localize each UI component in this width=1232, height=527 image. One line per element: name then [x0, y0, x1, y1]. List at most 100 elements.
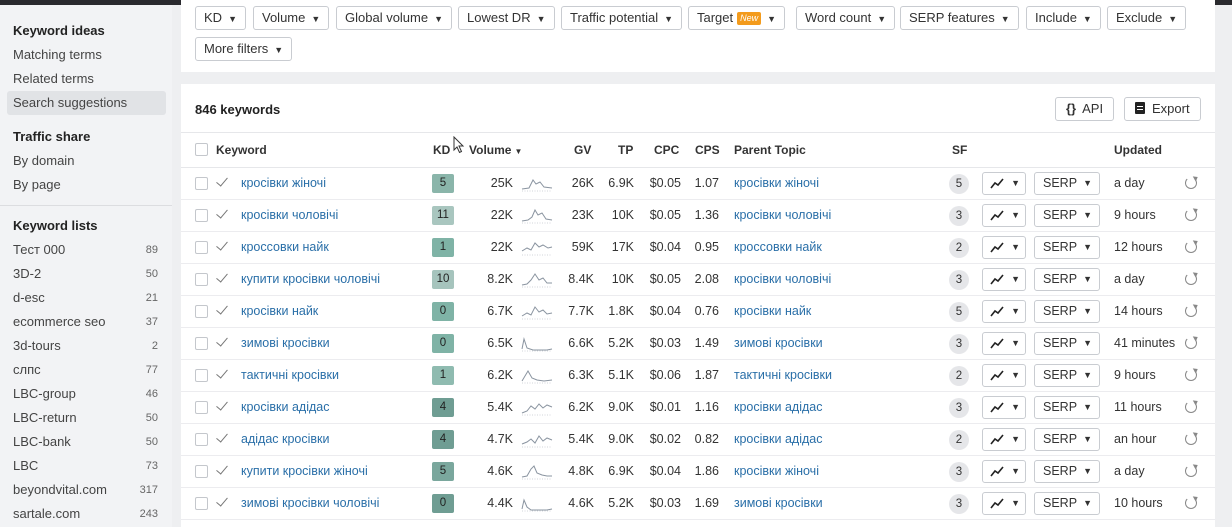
- keyword-list-item[interactable]: 3d-tours 2: [13, 334, 172, 358]
- check-icon[interactable]: [216, 399, 226, 413]
- target-filter-button[interactable]: Target New ▼: [688, 6, 786, 30]
- keyword-link[interactable]: зимові кросівки чоловічі: [241, 488, 379, 519]
- parent-topic-link[interactable]: кросівки найк: [734, 296, 811, 327]
- check-icon[interactable]: [216, 239, 226, 253]
- check-icon[interactable]: [216, 175, 226, 189]
- parent-topic-link[interactable]: зимові кросівки: [734, 328, 823, 359]
- serp-dropdown-button[interactable]: SERP ▼: [1034, 332, 1100, 355]
- keyword-link[interactable]: кросівки адідас: [241, 392, 329, 423]
- include-filter-button[interactable]: Include ▼: [1026, 6, 1101, 30]
- parent-topic-link[interactable]: зимові кросівки: [734, 488, 823, 519]
- check-icon[interactable]: [216, 335, 226, 349]
- sidebar-item-by-domain[interactable]: By domain: [13, 149, 172, 173]
- keyword-list-item[interactable]: 3D-2 50: [13, 262, 172, 286]
- word-count-filter-button[interactable]: Word count ▼: [796, 6, 896, 30]
- serp-dropdown-button[interactable]: SERP ▼: [1034, 460, 1100, 483]
- keyword-link[interactable]: кросівки жіночі: [241, 168, 326, 199]
- refresh-icon[interactable]: [1185, 369, 1197, 381]
- row-checkbox[interactable]: [195, 273, 208, 286]
- trend-dropdown-button[interactable]: ▼: [982, 300, 1026, 323]
- keyword-list-item[interactable]: Тест 000 89: [13, 238, 172, 262]
- trend-dropdown-button[interactable]: ▼: [982, 492, 1026, 515]
- keyword-list-item[interactable]: ecommerce seo 37: [13, 310, 172, 334]
- refresh-icon[interactable]: [1185, 241, 1197, 253]
- serp-dropdown-button[interactable]: SERP ▼: [1034, 300, 1100, 323]
- check-icon[interactable]: [216, 207, 226, 221]
- refresh-icon[interactable]: [1185, 337, 1197, 349]
- kd-filter-button[interactable]: KD ▼: [195, 6, 246, 30]
- api-button[interactable]: {} API: [1055, 97, 1115, 121]
- parent-topic-link[interactable]: кросівки чоловічі: [734, 264, 831, 295]
- refresh-icon[interactable]: [1185, 433, 1197, 445]
- keyword-list-item[interactable]: beyondvital.com 317: [13, 478, 172, 502]
- parent-topic-link[interactable]: кросівки жіночі: [734, 456, 819, 487]
- refresh-icon[interactable]: [1185, 273, 1197, 285]
- serp-dropdown-button[interactable]: SERP ▼: [1034, 364, 1100, 387]
- column-volume[interactable]: Volume ▼: [469, 133, 522, 167]
- row-checkbox[interactable]: [195, 209, 208, 222]
- keyword-list-item[interactable]: LBC-return 50: [13, 406, 172, 430]
- column-keyword[interactable]: Keyword: [216, 133, 267, 167]
- serp-dropdown-button[interactable]: SERP ▼: [1034, 396, 1100, 419]
- parent-topic-link[interactable]: кроссовки найк: [734, 232, 822, 263]
- trend-dropdown-button[interactable]: ▼: [982, 172, 1026, 195]
- keyword-list-item[interactable]: LBC-bank 50: [13, 430, 172, 454]
- row-checkbox[interactable]: [195, 401, 208, 414]
- row-checkbox[interactable]: [195, 177, 208, 190]
- parent-topic-link[interactable]: тактичні кросівки: [734, 360, 832, 391]
- keyword-list-item[interactable]: LBC 73: [13, 454, 172, 478]
- refresh-icon[interactable]: [1185, 177, 1197, 189]
- serp-dropdown-button[interactable]: SERP ▼: [1034, 268, 1100, 291]
- parent-topic-link[interactable]: кросівки адідас: [734, 392, 822, 423]
- trend-dropdown-button[interactable]: ▼: [982, 396, 1026, 419]
- trend-dropdown-button[interactable]: ▼: [982, 268, 1026, 291]
- check-icon[interactable]: [216, 303, 226, 317]
- refresh-icon[interactable]: [1185, 401, 1197, 413]
- keyword-link[interactable]: зимові кросівки: [241, 328, 330, 359]
- trend-dropdown-button[interactable]: ▼: [982, 364, 1026, 387]
- row-checkbox[interactable]: [195, 497, 208, 510]
- column-updated[interactable]: Updated: [1114, 133, 1162, 167]
- keyword-list-item[interactable]: LBC-group 46: [13, 382, 172, 406]
- serp-dropdown-button[interactable]: SERP ▼: [1034, 204, 1100, 227]
- sidebar-item-by-page[interactable]: By page: [13, 173, 172, 197]
- volume-filter-button[interactable]: Volume ▼: [253, 6, 330, 30]
- refresh-icon[interactable]: [1185, 497, 1197, 509]
- serp-dropdown-button[interactable]: SERP ▼: [1034, 428, 1100, 451]
- parent-topic-link[interactable]: кросівки жіночі: [734, 168, 819, 199]
- keyword-link[interactable]: купити кросівки жіночі: [241, 456, 368, 487]
- column-cps[interactable]: CPS: [695, 133, 720, 167]
- keyword-link[interactable]: купити кросівки чоловічі: [241, 264, 380, 295]
- export-button[interactable]: Export: [1124, 97, 1201, 121]
- check-icon[interactable]: [216, 271, 226, 285]
- column-cpc[interactable]: CPC: [654, 133, 679, 167]
- trend-dropdown-button[interactable]: ▼: [982, 332, 1026, 355]
- check-icon[interactable]: [216, 463, 226, 477]
- refresh-icon[interactable]: [1185, 209, 1197, 221]
- sidebar-item-search-suggestions[interactable]: Search suggestions: [7, 91, 166, 115]
- serp-dropdown-button[interactable]: SERP ▼: [1034, 172, 1100, 195]
- keyword-link[interactable]: адідас кросівки: [241, 424, 329, 455]
- traffic-potential-filter-button[interactable]: Traffic potential ▼: [561, 6, 683, 30]
- keyword-list-item[interactable]: слпс 77: [13, 358, 172, 382]
- sidebar-item-related-terms[interactable]: Related terms: [13, 67, 172, 91]
- trend-dropdown-button[interactable]: ▼: [982, 428, 1026, 451]
- refresh-icon[interactable]: [1185, 305, 1197, 317]
- serp-dropdown-button[interactable]: SERP ▼: [1034, 492, 1100, 515]
- sidebar-item-matching-terms[interactable]: Matching terms: [13, 43, 172, 67]
- check-icon[interactable]: [216, 495, 226, 509]
- row-checkbox[interactable]: [195, 337, 208, 350]
- column-tp[interactable]: TP: [618, 133, 633, 167]
- row-checkbox[interactable]: [195, 433, 208, 446]
- trend-dropdown-button[interactable]: ▼: [982, 236, 1026, 259]
- row-checkbox[interactable]: [195, 305, 208, 318]
- row-checkbox[interactable]: [195, 369, 208, 382]
- keyword-link[interactable]: тактичні кросівки: [241, 360, 339, 391]
- check-icon[interactable]: [216, 367, 226, 381]
- keyword-link[interactable]: кросівки найк: [241, 296, 318, 327]
- refresh-icon[interactable]: [1185, 465, 1197, 477]
- trend-dropdown-button[interactable]: ▼: [982, 204, 1026, 227]
- column-sf[interactable]: SF: [952, 133, 967, 167]
- column-kd[interactable]: KD: [433, 133, 450, 167]
- keyword-link[interactable]: кросівки чоловічі: [241, 200, 338, 231]
